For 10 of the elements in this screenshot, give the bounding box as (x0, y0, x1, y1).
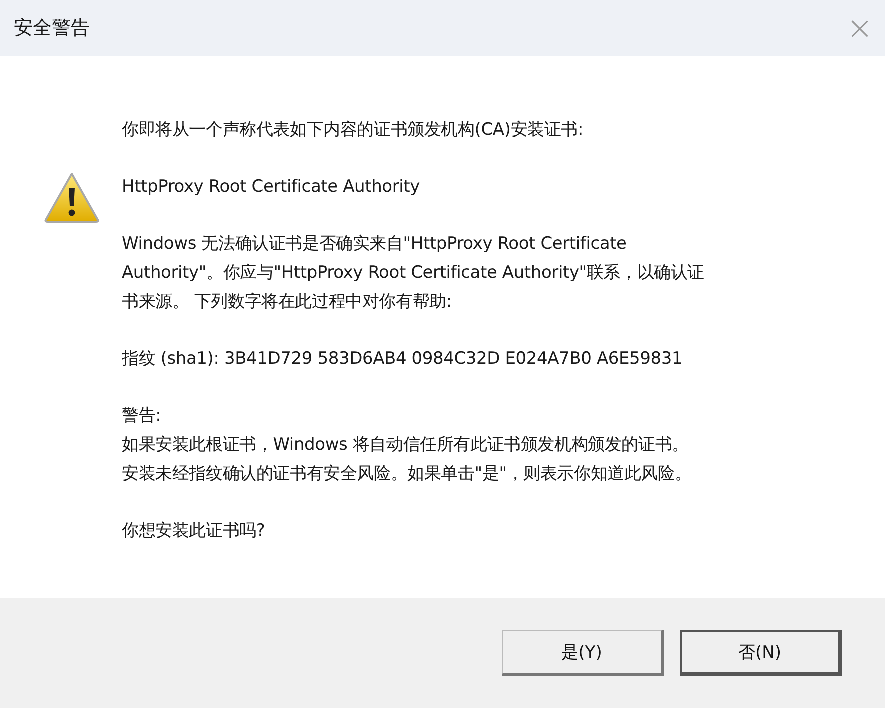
dialog-button[interactable]: 是(Y) (502, 630, 664, 676)
message-text: Windows 无法确认证书是否确实来自"HttpProxy Root Certificate Authority"。你应与"HttpProxy Root Certificate Authority"联系，以确认证 书来源。 下列数字将在此过程中对你有帮助: (122, 233, 705, 314)
window-title: 安全警告 (14, 16, 90, 41)
dialog-button[interactable]: 否(N) (680, 630, 842, 676)
message-text: 你想安装此证书吗? (122, 520, 266, 543)
message-text: 指纹 (sha1): 3B41D729 583D6AB4 0984C32D E024A7B0 A6E59831 (122, 348, 684, 371)
message-text: 你即将从一个声称代表如下内容的证书颁发机构(CA)安装证书: (122, 119, 584, 142)
message-text: HttpProxy Root Certificate Authority (122, 176, 421, 199)
message-text: 警告: 如果安装此根证书，Windows 将自动信任所有此证书颁发机构颁发的证书。 安装未经指纹确认的证书有安全风险。如果单击"是"，则表示你知道此风险。 (122, 405, 693, 486)
warning-icon (44, 172, 100, 224)
